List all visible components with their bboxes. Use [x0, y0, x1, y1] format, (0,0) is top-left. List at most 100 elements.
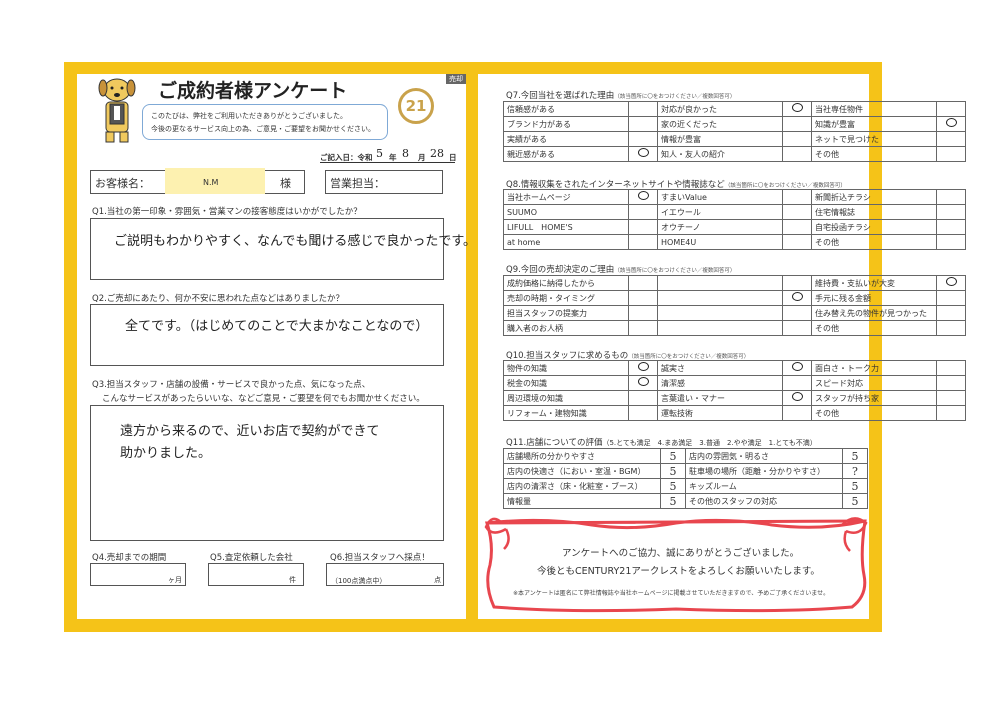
q9-option-label: 成約価格に納得したから — [503, 275, 629, 291]
q8-checkbox[interactable] — [628, 234, 658, 250]
q9-checkbox[interactable] — [782, 320, 812, 336]
q11-score[interactable]: 5 — [842, 448, 868, 464]
q8-row: at home HOME4U その他 — [503, 234, 966, 250]
q8-checkbox[interactable] — [936, 204, 966, 220]
sales-rep-label: 営業担当： — [330, 177, 385, 190]
q10-checkbox[interactable] — [782, 360, 812, 376]
q9-checkbox[interactable] — [628, 320, 658, 336]
q9-checkbox[interactable] — [936, 290, 966, 306]
q7-checkbox[interactable] — [628, 101, 658, 117]
q9-option-label: 購入者のお人柄 — [503, 320, 629, 336]
q9-checkbox[interactable] — [782, 275, 812, 291]
q7-checkbox[interactable] — [936, 101, 966, 117]
q11-score[interactable]: 5 — [842, 478, 868, 494]
q7-checkbox[interactable] — [782, 116, 812, 132]
q9-checkbox[interactable] — [628, 290, 658, 306]
q8-option-label: at home — [503, 234, 629, 250]
q8-row: SUUMO イエウール 住宅情報誌 — [503, 204, 966, 220]
q9-title: Q9.今回の売却決定のご理由（該当箇所に〇をおつけください／複数回答可） — [506, 265, 736, 275]
q8-checkbox[interactable] — [782, 204, 812, 220]
q11-score[interactable]: ? — [842, 463, 868, 479]
q8-checkbox[interactable] — [782, 219, 812, 235]
q9-checkbox[interactable] — [936, 320, 966, 336]
q10-checkbox[interactable] — [936, 390, 966, 406]
q2-question: Q2.ご売却にあたり、何か不安に思われた点などはありましたか？ — [92, 294, 345, 304]
q1-answer-box[interactable] — [90, 218, 444, 280]
q7-checkbox[interactable] — [936, 131, 966, 147]
q10-checkbox[interactable] — [936, 405, 966, 421]
q10-checkbox[interactable] — [782, 405, 812, 421]
q8-option-label: イエウール — [657, 204, 783, 220]
q7-checkbox[interactable] — [782, 131, 812, 147]
q9-checkbox[interactable] — [628, 275, 658, 291]
q3-answer-line: 助かりました。 — [120, 446, 212, 461]
circle-mark-icon — [945, 277, 957, 286]
circle-mark-icon — [791, 392, 803, 401]
q10-checkbox[interactable] — [936, 375, 966, 391]
q7-row: 親近感がある 知人・友人の紹介 その他 — [503, 146, 966, 162]
circle-mark-icon — [637, 191, 649, 200]
corner-tag: 売却 — [446, 74, 466, 84]
q8-checkbox[interactable] — [628, 219, 658, 235]
q11-item-label: 店内の雰囲気・明るさ — [685, 448, 843, 464]
q7-checkbox[interactable] — [628, 116, 658, 132]
q11-score[interactable]: 5 — [660, 463, 686, 479]
q10-checkbox[interactable] — [628, 375, 658, 391]
q8-checkbox[interactable] — [628, 204, 658, 220]
q10-checkbox[interactable] — [782, 390, 812, 406]
q7-option-label: 知人・友人の紹介 — [657, 146, 783, 162]
circle-mark-icon — [945, 118, 957, 127]
q9-checkbox[interactable] — [936, 275, 966, 291]
date-underline — [320, 162, 455, 163]
q8-checkbox[interactable] — [782, 234, 812, 250]
q11-score[interactable]: 5 — [660, 493, 686, 509]
q7-row: 実績がある 情報が豊富 ネットで見つけた — [503, 131, 966, 147]
q8-option-label: 自宅投函チラシ — [811, 219, 937, 235]
q9-table: 成約価格に納得したから 維持費・支払いが大変 売却の時期・タイミング 手元に残る金額担… — [503, 275, 966, 336]
customer-name-suffix: 様 — [280, 177, 291, 190]
q7-option-label: 知識が豊富 — [811, 116, 937, 132]
q8-option-label: HOME4U — [657, 234, 783, 250]
q10-checkbox[interactable] — [782, 375, 812, 391]
q7-row: ブランド力がある 家の近くだった 知識が豊富 — [503, 116, 966, 132]
q10-option-label: 運転技術 — [657, 405, 783, 421]
q7-checkbox[interactable] — [936, 146, 966, 162]
century21-logo: 21 — [398, 88, 434, 124]
q11-row: 店舗場所の分かりやすさ 5 店内の雰囲気・明るさ 5 — [503, 448, 868, 464]
q10-option-label: 物件の知識 — [503, 360, 629, 376]
q7-option-label: 親近感がある — [503, 146, 629, 162]
q8-row: LIFULL HOME'S オウチーノ 自宅投函チラシ — [503, 219, 966, 235]
q10-checkbox[interactable] — [628, 405, 658, 421]
q7-checkbox[interactable] — [628, 131, 658, 147]
q8-checkbox[interactable] — [936, 234, 966, 250]
q11-score[interactable]: 5 — [842, 493, 868, 509]
q7-checkbox[interactable] — [628, 146, 658, 162]
q10-option-label: 面白さ・トーク力 — [811, 360, 937, 376]
q11-score[interactable]: 5 — [660, 448, 686, 464]
q7-table: 信頼感がある 対応が良かった 当社専任物件 ブランド力がある 家の近くだった 知識が豊富実… — [503, 101, 966, 162]
q8-checkbox[interactable] — [628, 189, 658, 205]
q5-unit: 件 — [289, 576, 296, 584]
q8-checkbox[interactable] — [936, 219, 966, 235]
q7-checkbox[interactable] — [782, 146, 812, 162]
q8-checkbox[interactable] — [936, 189, 966, 205]
q9-checkbox[interactable] — [936, 305, 966, 321]
q10-option-label: 言葉遣い・マナー — [657, 390, 783, 406]
q10-checkbox[interactable] — [628, 390, 658, 406]
q7-checkbox[interactable] — [936, 116, 966, 132]
q9-checkbox[interactable] — [782, 290, 812, 306]
q10-checkbox[interactable] — [628, 360, 658, 376]
q2-answer-box[interactable] — [90, 304, 444, 366]
q10-option-label: その他 — [811, 405, 937, 421]
q9-option-label — [657, 320, 783, 336]
q7-checkbox[interactable] — [782, 101, 812, 117]
q9-checkbox[interactable] — [782, 305, 812, 321]
q10-option-label: リフォーム・建物知識 — [503, 405, 629, 421]
q10-checkbox[interactable] — [936, 360, 966, 376]
q7-row: 信頼感がある 対応が良かった 当社専任物件 — [503, 101, 966, 117]
q8-checkbox[interactable] — [782, 189, 812, 205]
q11-score[interactable]: 5 — [660, 478, 686, 494]
q8-option-label: 住宅情報誌 — [811, 204, 937, 220]
q9-checkbox[interactable] — [628, 305, 658, 321]
q11-item-label: 店内の清潔さ（床・化粧室・ブース） — [503, 478, 661, 494]
